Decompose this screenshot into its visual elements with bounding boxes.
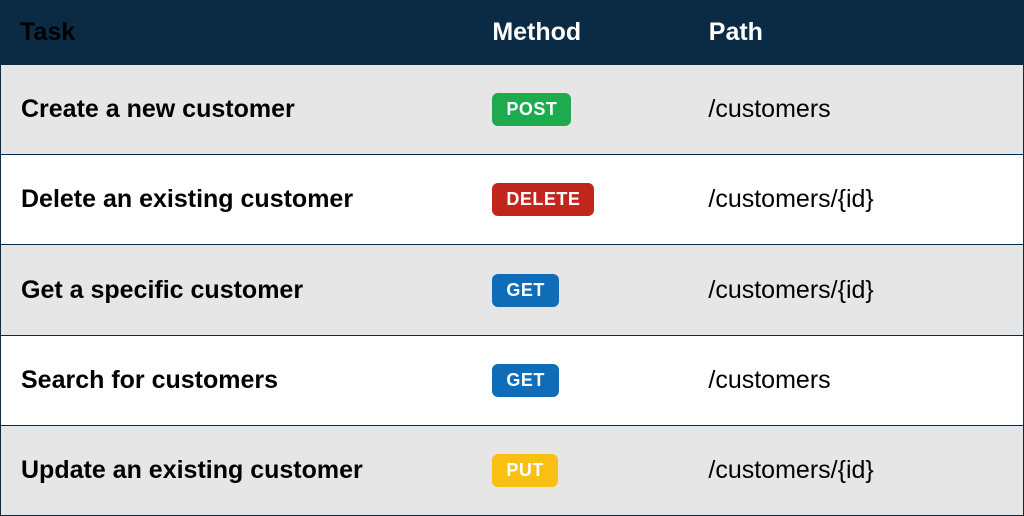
table-row: Get a specific customer GET /customers/{… <box>0 245 1024 335</box>
table-row: Create a new customer POST /customers <box>0 65 1024 155</box>
header-path: Path <box>709 18 1004 47</box>
task-cell: Create a new customer <box>21 95 492 124</box>
method-badge-put: PUT <box>492 454 558 487</box>
header-method: Method <box>492 18 708 47</box>
header-task: Task <box>20 18 492 47</box>
table-header: Task Method Path <box>0 0 1024 65</box>
method-cell: POST <box>492 93 708 126</box>
table-row: Delete an existing customer DELETE /cust… <box>0 155 1024 245</box>
table-row: Update an existing customer PUT /custome… <box>0 426 1024 516</box>
task-cell: Get a specific customer <box>21 276 492 305</box>
method-badge-delete: DELETE <box>492 183 594 216</box>
path-cell: /customers/{id} <box>708 185 1003 214</box>
path-cell: /customers/{id} <box>708 276 1003 305</box>
method-cell: DELETE <box>492 183 708 216</box>
path-cell: /customers <box>708 95 1003 124</box>
table-row: Search for customers GET /customers <box>0 336 1024 426</box>
method-cell: GET <box>492 274 708 307</box>
path-cell: /customers <box>708 366 1003 395</box>
task-cell: Search for customers <box>21 366 492 395</box>
method-badge-post: POST <box>492 93 571 126</box>
api-endpoints-table: Task Method Path Create a new customer P… <box>0 0 1024 516</box>
task-cell: Delete an existing customer <box>21 185 492 214</box>
method-cell: PUT <box>492 454 708 487</box>
task-cell: Update an existing customer <box>21 456 492 485</box>
method-badge-get: GET <box>492 364 559 397</box>
method-badge-get: GET <box>492 274 559 307</box>
method-cell: GET <box>492 364 708 397</box>
path-cell: /customers/{id} <box>708 456 1003 485</box>
